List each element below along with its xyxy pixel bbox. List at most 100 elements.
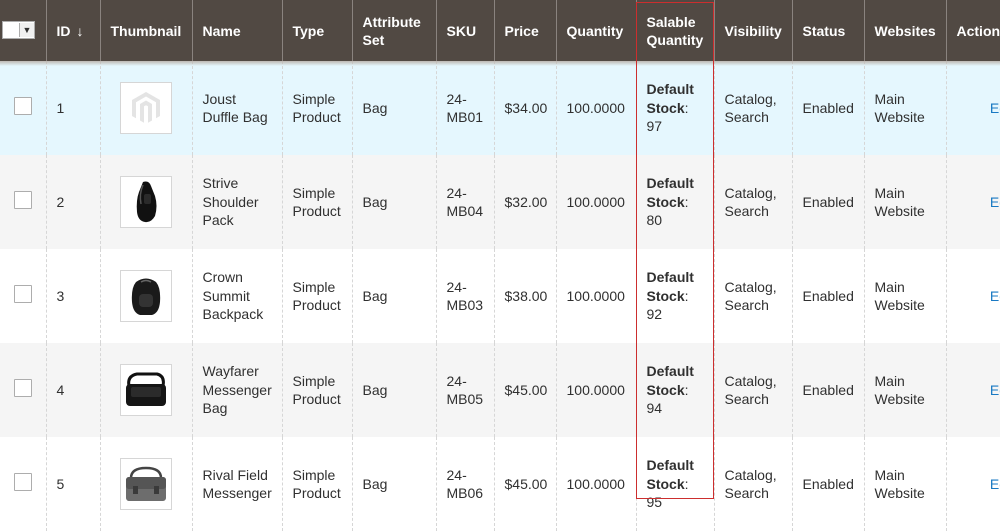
cell-price: $45.00 <box>494 343 556 437</box>
cell-quantity: 100.0000 <box>556 155 636 249</box>
column-header-name[interactable]: Name <box>192 0 282 61</box>
stock-label: Default Stock <box>647 363 694 398</box>
table-row[interactable]: 2Strive Shoulder PackSimple ProductBag24… <box>0 155 1000 249</box>
cell-name: Strive Shoulder Pack <box>192 155 282 249</box>
cell-name: Wayfarer Messenger Bag <box>192 343 282 437</box>
edit-link[interactable]: Edit <box>957 193 1000 212</box>
row-checkbox[interactable] <box>14 473 32 491</box>
edit-link[interactable]: Edit <box>957 99 1000 118</box>
cell-attribute-set: Bag <box>352 249 436 343</box>
cell-thumbnail <box>100 155 192 249</box>
row-select-cell <box>0 343 46 437</box>
cell-thumbnail <box>100 61 192 155</box>
cell-quantity: 100.0000 <box>556 343 636 437</box>
column-header-status[interactable]: Status <box>792 0 864 61</box>
cell-salable-quantity: Default Stock: 92 <box>636 249 714 343</box>
cell-sku: 24-MB06 <box>436 437 494 531</box>
cell-status: Enabled <box>792 437 864 531</box>
product-thumbnail[interactable] <box>120 458 172 510</box>
cell-visibility: Catalog, Search <box>714 343 792 437</box>
cell-status: Enabled <box>792 343 864 437</box>
cell-visibility: Catalog, Search <box>714 155 792 249</box>
cell-status: Enabled <box>792 61 864 155</box>
arrow-down-icon: ↓ <box>77 23 84 39</box>
cell-thumbnail <box>100 437 192 531</box>
row-checkbox[interactable] <box>14 379 32 397</box>
cell-salable-quantity: Default Stock: 95 <box>636 437 714 531</box>
product-thumbnail[interactable] <box>120 270 172 322</box>
row-select-cell <box>0 155 46 249</box>
cell-websites: Main Website <box>864 61 946 155</box>
cell-price: $38.00 <box>494 249 556 343</box>
column-header-salable-quantity: Salable Quantity <box>636 0 714 61</box>
cell-type: Simple Product <box>282 61 352 155</box>
stock-qty: 97 <box>647 118 663 134</box>
column-header-attribute-set[interactable]: Attribute Set <box>352 0 436 61</box>
column-header-thumbnail: Thumbnail <box>100 0 192 61</box>
column-header-sku[interactable]: SKU <box>436 0 494 61</box>
edit-link[interactable]: Edit <box>957 287 1000 306</box>
column-header-type[interactable]: Type <box>282 0 352 61</box>
edit-link[interactable]: Edit <box>957 381 1000 400</box>
cell-type: Simple Product <box>282 155 352 249</box>
cell-websites: Main Website <box>864 249 946 343</box>
cell-status: Enabled <box>792 249 864 343</box>
cell-type: Simple Product <box>282 249 352 343</box>
stock-label: Default Stock <box>647 457 694 492</box>
mass-select-dropdown[interactable]: ▼ <box>2 21 35 39</box>
cell-salable-quantity: Default Stock: 94 <box>636 343 714 437</box>
cell-sku: 24-MB04 <box>436 155 494 249</box>
product-thumbnail[interactable] <box>120 176 172 228</box>
cell-name: Crown Summit Backpack <box>192 249 282 343</box>
product-thumbnail[interactable] <box>120 364 172 416</box>
chevron-down-icon[interactable]: ▼ <box>19 23 34 37</box>
column-header-id[interactable]: ID ↓ <box>46 0 100 61</box>
table-row[interactable]: 4Wayfarer Messenger BagSimple ProductBag… <box>0 343 1000 437</box>
cell-action: Edit <box>946 61 1000 155</box>
cell-visibility: Catalog, Search <box>714 61 792 155</box>
row-checkbox[interactable] <box>14 97 32 115</box>
row-select-cell <box>0 61 46 155</box>
mass-select-header: ▼ <box>0 0 46 61</box>
cell-price: $45.00 <box>494 437 556 531</box>
cell-action: Edit <box>946 343 1000 437</box>
cell-thumbnail <box>100 343 192 437</box>
stock-qty: 92 <box>647 306 663 322</box>
column-header-action: Action <box>946 0 1000 61</box>
column-header-websites[interactable]: Websites <box>864 0 946 61</box>
stock-qty: 80 <box>647 212 663 228</box>
table-row[interactable]: 5Rival Field MessengerSimple ProductBag2… <box>0 437 1000 531</box>
cell-attribute-set: Bag <box>352 61 436 155</box>
cell-price: $34.00 <box>494 61 556 155</box>
product-thumbnail[interactable] <box>120 82 172 134</box>
cell-quantity: 100.0000 <box>556 61 636 155</box>
row-checkbox[interactable] <box>14 191 32 209</box>
stock-label: Default Stock <box>647 81 694 116</box>
cell-visibility: Catalog, Search <box>714 437 792 531</box>
cell-websites: Main Website <box>864 343 946 437</box>
cell-visibility: Catalog, Search <box>714 249 792 343</box>
cell-status: Enabled <box>792 155 864 249</box>
cell-quantity: 100.0000 <box>556 249 636 343</box>
row-select-cell <box>0 249 46 343</box>
column-header-quantity[interactable]: Quantity <box>556 0 636 61</box>
cell-attribute-set: Bag <box>352 343 436 437</box>
table-row[interactable]: 3Crown Summit BackpackSimple ProductBag2… <box>0 249 1000 343</box>
column-header-price[interactable]: Price <box>494 0 556 61</box>
cell-id: 1 <box>46 61 100 155</box>
cell-id: 5 <box>46 437 100 531</box>
edit-link[interactable]: Edit <box>957 475 1000 494</box>
cell-id: 3 <box>46 249 100 343</box>
row-checkbox[interactable] <box>14 285 32 303</box>
cell-name: Rival Field Messenger <box>192 437 282 531</box>
column-header-visibility[interactable]: Visibility <box>714 0 792 61</box>
column-header-id-label: ID <box>57 23 71 39</box>
grid-header: ▼ ID↓ Thumbnail Name Type Attribute Set … <box>0 0 1000 61</box>
mass-select-checkbox[interactable] <box>3 23 19 37</box>
product-grid: ▼ ID↓ Thumbnail Name Type Attribute Set … <box>0 0 1000 531</box>
cell-action: Edit <box>946 249 1000 343</box>
cell-name: Joust Duffle Bag <box>192 61 282 155</box>
cell-action: Edit <box>946 437 1000 531</box>
cell-thumbnail <box>100 249 192 343</box>
table-row[interactable]: 1Joust Duffle BagSimple ProductBag24-MB0… <box>0 61 1000 155</box>
